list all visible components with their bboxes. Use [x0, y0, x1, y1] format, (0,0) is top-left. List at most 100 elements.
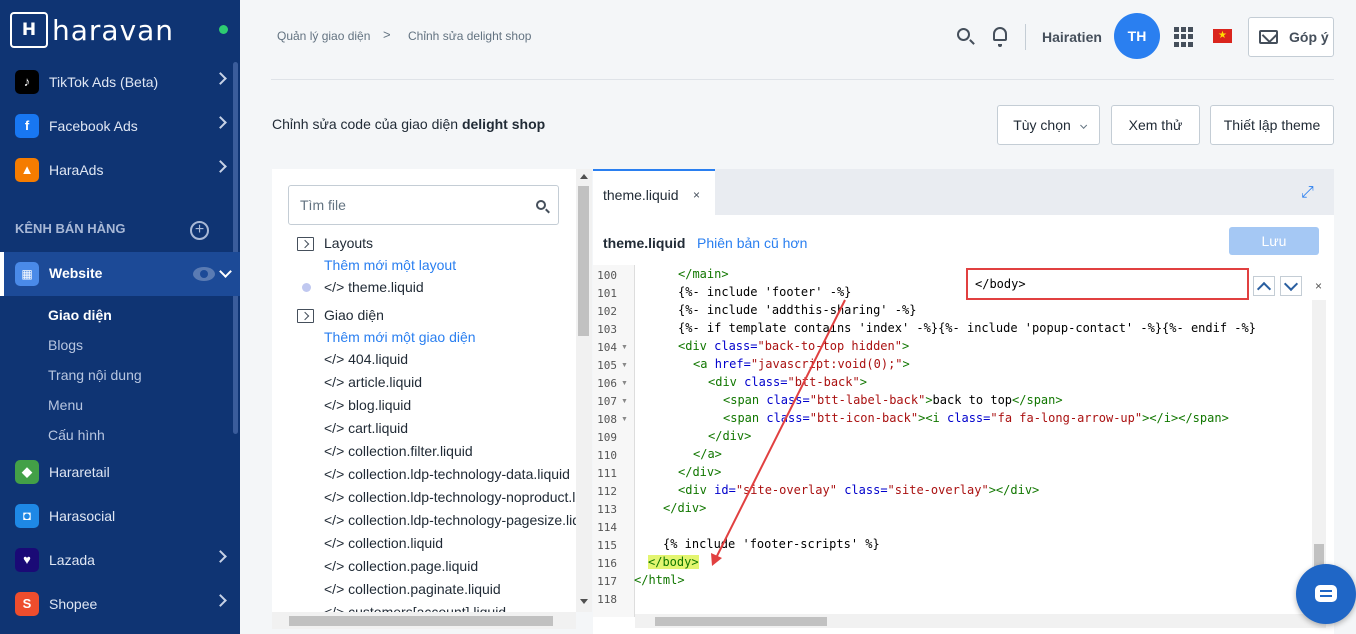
sidebar-subitem-pages[interactable]: Trang nội dung: [48, 367, 142, 383]
code-token: <div: [678, 339, 715, 353]
sidebar-subitem-menu[interactable]: Menu: [48, 397, 83, 413]
theme-settings-button[interactable]: Thiết lập theme: [1210, 105, 1334, 145]
line-number: 113: [597, 503, 617, 516]
fold-toggle-icon[interactable]: ▼: [621, 362, 628, 369]
file-search-input[interactable]: Tìm file: [288, 185, 559, 225]
add-channel-icon[interactable]: +: [190, 221, 209, 240]
chevron-down-icon[interactable]: [219, 265, 232, 278]
file-item[interactable]: </> cart.liquid: [324, 420, 408, 436]
code-line[interactable]: {%- include 'addthis-sharing' -%}: [678, 303, 916, 317]
file-item[interactable]: </> collection.ldp-technology-pagesize.l…: [324, 512, 576, 528]
haravan-logo[interactable]: H haravan: [10, 12, 174, 48]
folder-templates[interactable]: Giao diện: [324, 307, 384, 323]
avatar[interactable]: TH: [1114, 13, 1160, 59]
file-item[interactable]: </> collection.liquid: [324, 535, 443, 551]
scrollbar-thumb[interactable]: [578, 186, 589, 336]
code-token: class=: [714, 339, 758, 353]
sidebar-item-label: TikTok Ads (Beta): [49, 74, 159, 90]
add-layout-link[interactable]: Thêm mới một layout: [324, 257, 456, 273]
code-line[interactable]: <span class="btt-icon-back"><i class="fa…: [723, 411, 1229, 425]
file-item[interactable]: </> collection.filter.liquid: [324, 443, 473, 459]
code-line[interactable]: <span class="btt-label-back">back to top…: [723, 393, 1063, 407]
fold-toggle-icon[interactable]: ▼: [621, 344, 628, 351]
sidebar-subitem-config[interactable]: Cấu hình: [48, 427, 105, 443]
folder-layouts[interactable]: Layouts: [324, 235, 373, 251]
file-item[interactable]: </> collection.paginate.liquid: [324, 581, 501, 597]
close-icon[interactable]: ×: [1315, 279, 1322, 293]
code-line[interactable]: <div class="btt-back">: [708, 375, 867, 389]
breadcrumb-theme-manager[interactable]: Quản lý giao diện: [277, 29, 370, 43]
file-tree-scrollbar[interactable]: [576, 169, 592, 612]
code-line[interactable]: </body>: [648, 555, 699, 569]
code-line[interactable]: <a href="javascript:void(0);">: [693, 357, 910, 371]
code-line[interactable]: </html>: [634, 573, 685, 587]
sidebar-item-facebook-ads[interactable]: f Facebook Ads: [0, 104, 240, 148]
file-item[interactable]: </> collection.ldp-technology-data.liqui…: [324, 466, 570, 482]
apps-grid-icon[interactable]: [1174, 27, 1194, 47]
code-line[interactable]: </a>: [693, 447, 722, 461]
code-line[interactable]: </div>: [678, 465, 721, 479]
sidebar-subitem-giao-dien[interactable]: Giao diện: [48, 307, 112, 323]
code-line[interactable]: <div class="back-to-top hidden">: [678, 339, 909, 353]
save-button[interactable]: Lưu: [1229, 227, 1319, 255]
sidebar-item-lazada[interactable]: ♥ Lazada: [0, 538, 240, 582]
fold-toggle-icon[interactable]: ▼: [621, 416, 628, 423]
search-icon[interactable]: [536, 200, 546, 210]
options-dropdown[interactable]: Tùy chọn: [997, 105, 1100, 145]
code-line[interactable]: {%- if template contains 'index' -%}{%- …: [678, 321, 1256, 335]
file-theme-liquid[interactable]: </> theme.liquid: [324, 279, 424, 295]
scroll-up-icon[interactable]: [580, 174, 588, 179]
editor-hscrollbar[interactable]: [635, 614, 1326, 628]
code-line[interactable]: </div>: [708, 429, 751, 443]
close-icon[interactable]: ×: [693, 188, 700, 202]
sidebar-item-website[interactable]: ▦ Website: [0, 252, 240, 296]
tiktok-icon: ♪: [15, 70, 39, 94]
scroll-down-icon[interactable]: [580, 599, 588, 604]
sidebar-item-harasocial[interactable]: ◘ Harasocial: [0, 494, 240, 538]
sidebar-item-haraads[interactable]: ▲ HaraAds: [0, 148, 240, 192]
add-template-link[interactable]: Thêm mới một giao diện: [324, 329, 476, 345]
vietnam-flag-icon[interactable]: ★: [1213, 29, 1232, 43]
file-item[interactable]: </> collection.ldp-technology-noproduct.…: [324, 489, 576, 505]
find-input-value: </body>: [975, 277, 1026, 291]
breadcrumb-edit-theme[interactable]: Chỉnh sửa delight shop: [408, 29, 531, 43]
code-token: >: [902, 357, 910, 371]
feedback-button[interactable]: Góp ý: [1248, 17, 1334, 57]
file-item[interactable]: </> article.liquid: [324, 374, 422, 390]
expand-icon[interactable]: ⤢: [1301, 184, 1314, 202]
tab-theme-liquid[interactable]: theme.liquid ×: [593, 169, 715, 215]
fold-toggle-icon[interactable]: ▼: [621, 380, 628, 387]
find-next-button[interactable]: [1280, 276, 1302, 296]
current-file-name: theme.liquid: [603, 235, 686, 251]
code-line[interactable]: {%- include 'footer' -%}: [678, 285, 851, 299]
line-number: 106: [597, 377, 617, 390]
sidebar-subitem-blogs[interactable]: Blogs: [48, 337, 83, 353]
sidebar-item-shopee[interactable]: S Shopee: [0, 582, 240, 626]
chat-support-button[interactable]: [1296, 564, 1356, 624]
file-item[interactable]: </> 404.liquid: [324, 351, 408, 367]
sidebar-item-hararetail[interactable]: ◆ Hararetail: [0, 450, 240, 494]
file-item[interactable]: </> customers[account].liquid: [324, 604, 506, 612]
code-line[interactable]: </main>: [678, 267, 729, 281]
search-icon[interactable]: [957, 28, 970, 41]
username[interactable]: Hairatien: [1042, 29, 1102, 45]
code-token: "btt-back": [787, 375, 860, 389]
file-item[interactable]: </> blog.liquid: [324, 397, 411, 413]
sidebar-item-tiktok-ads[interactable]: ♪ TikTok Ads (Beta): [0, 60, 240, 104]
find-previous-button[interactable]: [1253, 276, 1275, 296]
preview-button[interactable]: Xem thử: [1111, 105, 1200, 145]
scrollbar-thumb[interactable]: [655, 617, 827, 626]
code-token: <span: [723, 411, 767, 425]
fold-toggle-icon[interactable]: ▼: [621, 398, 628, 405]
code-line[interactable]: <div id="site-overlay" class="site-overl…: [678, 483, 1039, 497]
eye-icon[interactable]: [193, 267, 215, 281]
scrollbar-thumb[interactable]: [289, 616, 553, 626]
older-versions-link[interactable]: Phiên bản cũ hơn: [697, 235, 807, 251]
code-line[interactable]: {% include 'footer-scripts' %}: [663, 537, 880, 551]
code-line[interactable]: </div>: [663, 501, 706, 515]
find-input[interactable]: </body>: [966, 268, 1249, 300]
file-tree-hscrollbar[interactable]: [272, 612, 576, 629]
file-item[interactable]: </> collection.page.liquid: [324, 558, 478, 574]
bell-icon[interactable]: [993, 27, 1007, 47]
chevron-right-icon: [214, 116, 227, 129]
